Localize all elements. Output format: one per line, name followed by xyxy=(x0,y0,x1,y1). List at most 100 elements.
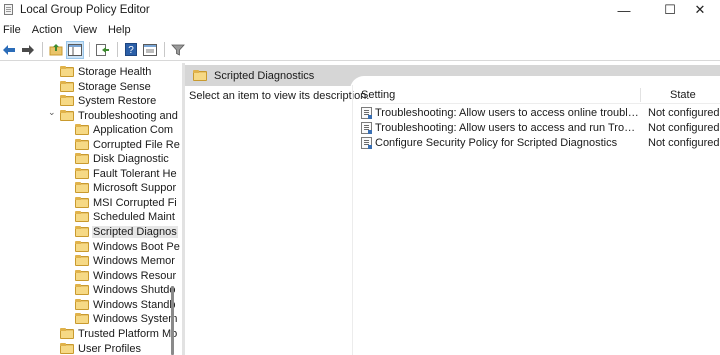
details-title: Scripted Diagnostics xyxy=(214,69,315,82)
menu-file[interactable]: File xyxy=(0,24,25,36)
tree-item-label: Application Com xyxy=(93,123,174,136)
back-icon[interactable] xyxy=(0,41,18,59)
tree-item-windows-standby[interactable]: Windows Standb xyxy=(75,297,177,312)
folder-icon xyxy=(75,313,89,324)
tree-item-corrupted-file-recovery[interactable]: Corrupted File Re xyxy=(75,137,180,152)
window-title: Local Group Policy Editor xyxy=(20,4,150,16)
toolbar: ? xyxy=(0,39,720,61)
gpedit-app-icon xyxy=(3,4,15,16)
folder-icon xyxy=(75,124,89,135)
tree-item-msi-corrupted-file[interactable]: MSI Corrupted Fi xyxy=(75,195,178,210)
tree-item-label: Scheduled Maint xyxy=(93,210,175,223)
tree-item-label: Scripted Diagnos xyxy=(92,225,178,238)
tree-item-scheduled-maintenance[interactable]: Scheduled Maint xyxy=(75,209,176,224)
tree-item-windows-shutdown[interactable]: Windows Shutdo xyxy=(75,282,177,297)
tree-item-windows-resource[interactable]: Windows Resour xyxy=(75,268,177,283)
folder-icon xyxy=(75,241,89,252)
menu-help[interactable]: Help xyxy=(105,24,135,36)
close-button[interactable]: ✕ xyxy=(680,0,720,20)
menu-bar: File Action View Help xyxy=(0,21,720,38)
chevron-down-icon[interactable]: ⌄ xyxy=(48,107,56,117)
description-hint: Select an item to view its description. xyxy=(189,90,370,102)
show-hide-tree-icon[interactable] xyxy=(66,40,84,59)
forward-icon[interactable] xyxy=(19,41,37,59)
toolbar-separator xyxy=(89,42,90,57)
folder-icon xyxy=(75,255,89,266)
tree-item-label: Windows Boot Pe xyxy=(93,240,180,253)
description-divider xyxy=(352,85,353,355)
tree-item-microsoft-support[interactable]: Microsoft Suppor xyxy=(75,180,177,195)
filter-icon[interactable] xyxy=(169,41,187,59)
folder-icon xyxy=(60,110,74,121)
tree-item-scripted-diagnostics[interactable]: Scripted Diagnos xyxy=(75,224,178,239)
tree-item-disk-diagnostic[interactable]: Disk Diagnostic xyxy=(75,151,170,166)
toolbar-separator xyxy=(42,42,43,57)
folder-icon xyxy=(75,139,89,150)
policy-setting-icon xyxy=(361,106,372,119)
tree-item-label: Windows Shutdo xyxy=(93,283,176,296)
tree-item-label: Fault Tolerant He xyxy=(93,167,177,180)
tree-scrollbar-thumb[interactable] xyxy=(171,286,174,355)
tree-item-label: Corrupted File Re xyxy=(93,138,180,151)
minimize-button[interactable]: — xyxy=(604,0,644,20)
folder-icon xyxy=(60,66,74,77)
tree-item-label: Windows Memor xyxy=(93,254,175,267)
folder-icon xyxy=(75,299,89,310)
tree-item-fault-tolerant-heap[interactable]: Fault Tolerant He xyxy=(75,166,178,181)
setting-name: Troubleshooting: Allow users to access a… xyxy=(375,121,641,134)
folder-icon xyxy=(60,81,74,92)
tree-item-label: Troubleshooting and xyxy=(78,109,178,122)
folder-icon xyxy=(75,284,89,295)
properties-icon[interactable] xyxy=(141,41,159,59)
tree-item-windows-system[interactable]: Windows System xyxy=(75,311,178,326)
setting-name: Troubleshooting: Allow users to access o… xyxy=(375,106,641,119)
tree-item-windows-boot-performance[interactable]: Windows Boot Pe xyxy=(75,239,180,254)
tree-item-storage-health[interactable]: Storage Health xyxy=(60,64,152,79)
folder-icon xyxy=(60,95,74,106)
tree-item-label: Disk Diagnostic xyxy=(93,152,169,165)
settings-row[interactable]: Troubleshooting: Allow users to access o… xyxy=(361,105,720,120)
title-bar: Local Group Policy Editor — ☐ ✕ xyxy=(0,0,720,20)
svg-text:?: ? xyxy=(128,45,134,56)
tree-item-label: Windows Resour xyxy=(93,269,177,282)
menu-action[interactable]: Action xyxy=(29,24,67,36)
tree-item-label: MSI Corrupted Fi xyxy=(93,196,177,209)
up-folder-icon[interactable] xyxy=(47,41,65,59)
setting-state: Not configured xyxy=(648,121,720,134)
tree-item-windows-memory[interactable]: Windows Memor xyxy=(75,253,176,268)
folder-icon xyxy=(60,343,74,354)
tree-item-storage-sense[interactable]: Storage Sense xyxy=(60,79,152,94)
toolbar-separator xyxy=(164,42,165,57)
tree-item-label: Windows System xyxy=(93,312,178,325)
details-pane: Scripted Diagnostics Select an item to v… xyxy=(185,63,720,355)
folder-open-icon xyxy=(75,226,89,237)
menu-view[interactable]: View xyxy=(70,24,101,36)
folder-icon xyxy=(75,168,89,179)
tree-item-application-compatibility[interactable]: Application Com xyxy=(75,122,174,137)
policy-setting-icon xyxy=(361,121,372,134)
settings-row[interactable]: Troubleshooting: Allow users to access a… xyxy=(361,120,720,135)
folder-icon xyxy=(193,70,207,81)
policy-setting-icon xyxy=(361,136,372,149)
tree-item-label: Storage Sense xyxy=(78,80,151,93)
navigation-tree: ⌄ Storage Health Storage Sense System Re… xyxy=(0,63,180,355)
help-icon[interactable]: ? xyxy=(122,41,140,59)
settings-row[interactable]: Configure Security Policy for Scripted D… xyxy=(361,135,720,150)
folder-icon xyxy=(75,211,89,222)
folder-icon xyxy=(75,270,89,281)
export-list-icon[interactable] xyxy=(94,41,112,59)
tree-item-troubleshooting-and-diagnostics[interactable]: Troubleshooting and xyxy=(60,108,179,123)
column-header-state[interactable]: State xyxy=(670,89,696,101)
tree-item-user-profiles[interactable]: User Profiles xyxy=(60,341,142,355)
folder-icon xyxy=(75,182,89,193)
tree-item-label: System Restore xyxy=(78,94,157,107)
setting-state: Not configured xyxy=(648,136,720,149)
tree-item-label: Microsoft Suppor xyxy=(93,181,177,194)
column-separator[interactable] xyxy=(640,88,641,102)
tree-item-trusted-platform-module[interactable]: Trusted Platform Mo xyxy=(60,326,178,341)
setting-state: Not configured xyxy=(648,106,720,119)
tree-item-label: User Profiles xyxy=(78,342,141,355)
folder-icon xyxy=(60,328,74,339)
column-header-setting[interactable]: Setting xyxy=(361,89,395,101)
tree-item-system-restore[interactable]: System Restore xyxy=(60,93,157,108)
